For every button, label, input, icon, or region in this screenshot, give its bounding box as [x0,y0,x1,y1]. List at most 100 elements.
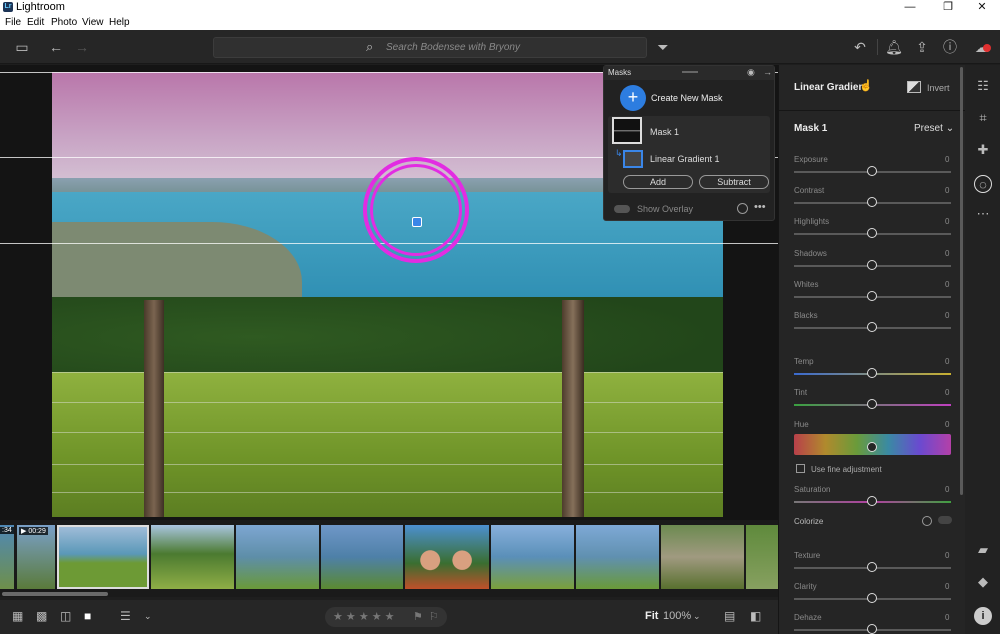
blacks-slider-thumb[interactable] [867,322,877,332]
before-after-icon[interactable]: ◧ [750,609,761,623]
hue-slider-thumb[interactable] [867,442,877,452]
close-icon[interactable]: ✕ [964,0,1000,16]
masking-icon[interactable]: ◌ [974,175,992,193]
drag-handle[interactable] [682,71,698,73]
highlights-value[interactable]: 0 [945,217,949,226]
contrast-value[interactable]: 0 [945,186,949,195]
menu-file[interactable]: File [5,17,21,28]
fine-adjustment-label[interactable]: Use fine adjustment [811,465,882,474]
dehaze-slider-thumb[interactable] [867,624,877,634]
clarity-slider-thumb[interactable] [867,593,877,603]
flag-pick-icon[interactable]: ⚑ [413,607,423,627]
share-icon[interactable]: ⇪ [912,38,932,56]
cloud-sync-icon[interactable]: ☁ [972,38,992,56]
filmstrip-toggle-icon[interactable]: ▤ [724,609,735,623]
filmstrip-thumbnail[interactable] [661,525,744,589]
filmstrip-thumbnail-selected[interactable] [57,525,149,589]
filmstrip-thumbnail[interactable] [746,525,778,589]
crop-icon[interactable]: ⌗ [974,109,992,127]
linear-gradient-1-label[interactable]: Linear Gradient 1 [650,154,720,164]
saturation-slider-thumb[interactable] [867,496,877,506]
colorize-swatch[interactable] [922,516,932,526]
clarity-value[interactable]: 0 [945,582,949,591]
hue-value[interactable]: 0 [945,420,949,429]
texture-slider-thumb[interactable] [867,562,877,572]
filmstrip-thumbnail[interactable] [321,525,403,589]
show-overlay-toggle[interactable] [614,205,630,213]
square-grid-view-icon[interactable]: ▩ [36,609,47,623]
zoom-level[interactable]: 100% [663,610,691,622]
shadows-slider-thumb[interactable] [867,260,877,270]
menu-help[interactable]: Help [109,17,130,28]
temp-value[interactable]: 0 [945,357,949,366]
info-icon[interactable]: i [974,607,992,625]
panel-scrollbar[interactable] [960,67,963,495]
contrast-slider-thumb[interactable] [867,197,877,207]
fit-zoom-button[interactable]: Fit [645,610,658,622]
tag-icon[interactable]: ◆ [974,573,992,591]
shadows-value[interactable]: 0 [945,249,949,258]
undo-icon[interactable]: ↶ [850,38,870,56]
filmstrip-thumbnail[interactable] [576,525,659,589]
more-options-icon[interactable]: ••• [754,201,766,213]
highlights-slider-thumb[interactable] [867,228,877,238]
minimize-icon[interactable]: — [892,0,928,16]
whites-value[interactable]: 0 [945,280,949,289]
mask-1-label[interactable]: Mask 1 [650,127,679,137]
detail-view-icon[interactable]: ■ [84,609,91,623]
temp-slider-thumb[interactable] [867,368,877,378]
filmstrip-scrollbar[interactable] [2,592,108,596]
search-bar[interactable]: ⌕ Search Bodensee with Bryony [213,37,647,58]
comments-icon[interactable]: ▰ [974,541,992,559]
whites-slider-thumb[interactable] [867,291,877,301]
create-new-mask-button[interactable]: + [620,85,646,111]
invert-icon[interactable] [907,81,921,93]
overlay-color-icon[interactable] [737,203,748,214]
exposure-value[interactable]: 0 [945,155,949,164]
rating-stars[interactable]: ★ ★ ★ ★ ★ [333,611,395,623]
exposure-slider-thumb[interactable] [867,166,877,176]
dehaze-value[interactable]: 0 [945,613,949,622]
more-tools-icon[interactable]: ⋯ [974,205,992,223]
subtract-button[interactable]: Subtract [699,175,769,189]
filmstrip-thumbnail[interactable] [236,525,319,589]
filmstrip-thumbnail[interactable]: ▶ 00:29 [17,525,55,589]
compare-view-icon[interactable]: ◫ [60,609,71,623]
filmstrip-thumbnail[interactable]: :34 [0,525,14,589]
search-input[interactable]: Search Bodensee with Bryony [386,42,520,53]
grid-view-icon[interactable]: ▦ [12,609,23,623]
sort-icon[interactable]: ☰ [120,609,131,623]
help-icon[interactable]: ⓘ [940,38,960,56]
texture-value[interactable]: 0 [945,551,949,560]
maximize-icon[interactable]: ❐ [930,0,966,16]
filmstrip-thumbnail[interactable] [405,525,489,589]
tint-slider-thumb[interactable] [867,399,877,409]
fine-adjustment-checkbox[interactable] [796,464,805,473]
tint-value[interactable]: 0 [945,388,949,397]
mask-1-thumbnail[interactable] [612,117,642,144]
add-button[interactable]: Add [623,175,693,189]
zoom-chevron-icon[interactable]: ⌄ [693,611,701,622]
menu-photo[interactable]: Photo [51,17,77,28]
flag-reject-icon[interactable]: ⚐ [429,607,439,627]
visibility-icon[interactable]: ◉ [747,67,755,78]
masks-panel-header[interactable]: Masks ◉ → [604,66,774,80]
filmstrip-thumbnail[interactable] [151,525,234,589]
filmstrip-thumbnail[interactable] [491,525,574,589]
healing-bandage-icon[interactable]: ✚ [974,141,992,159]
menu-edit[interactable]: Edit [27,17,44,28]
linear-gradient-thumbnail[interactable] [623,150,643,168]
filter-icon[interactable]: ⏷ [653,38,673,56]
star-rating[interactable]: ★ ★ ★ ★ ★ ⚑ ⚐ [325,607,447,627]
notification-bell-icon[interactable]: 🔔︎ [884,38,904,56]
mask-pin[interactable] [412,217,422,227]
back-arrow-icon[interactable]: ← [46,38,66,56]
menu-view[interactable]: View [82,17,104,28]
saturation-value[interactable]: 0 [945,485,949,494]
blacks-value[interactable]: 0 [945,311,949,320]
colorize-toggle[interactable] [938,516,952,524]
create-new-mask-label[interactable]: Create New Mask [651,93,723,103]
edit-sliders-icon[interactable]: ☷ [974,77,992,95]
preset-dropdown[interactable]: Preset ⌄ [914,123,954,134]
panel-toggle-icon[interactable]: ▭ [12,38,32,56]
